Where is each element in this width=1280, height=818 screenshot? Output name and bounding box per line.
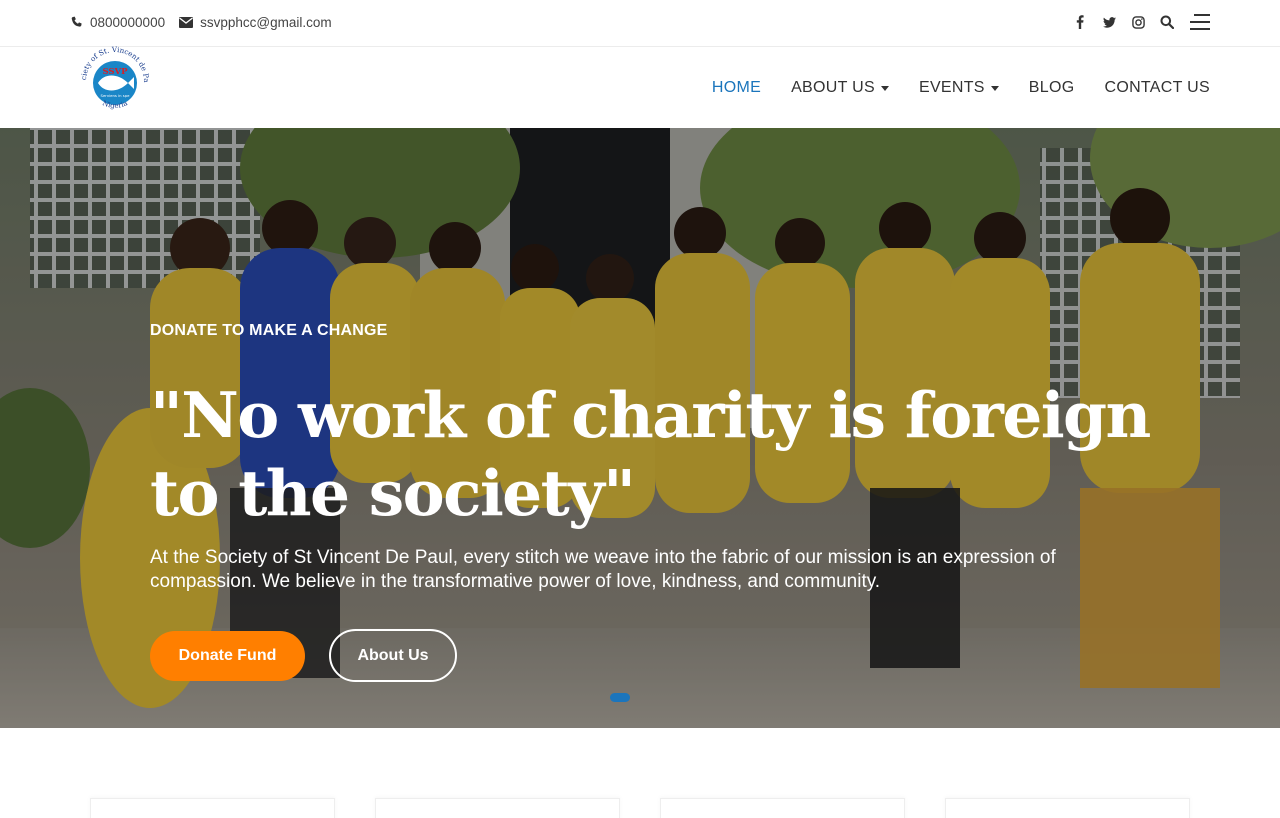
svg-text:Serviens in spe: Serviens in spe xyxy=(101,93,131,98)
hero-content: DONATE TO MAKE A CHANGE "No work of char… xyxy=(150,322,1151,594)
contact-info: 0800000000 ssvpphcc@gmail.com xyxy=(70,15,346,30)
nav-about-us[interactable]: ABOUT US xyxy=(791,79,889,97)
nav-events-label: EVENTS xyxy=(918,79,985,96)
envelope-icon xyxy=(179,17,194,28)
svg-text:SSVP: SSVP xyxy=(102,67,128,77)
phone-contact[interactable]: 0800000000 xyxy=(70,15,165,30)
phone-number: 0800000000 xyxy=(90,15,166,30)
nav-events[interactable]: EVENTS xyxy=(919,79,999,97)
twitter-icon[interactable] xyxy=(1102,15,1116,29)
social-links xyxy=(1058,14,1210,30)
nav-home[interactable]: HOME xyxy=(712,79,761,97)
nav-about-label: ABOUT US xyxy=(791,79,875,96)
feature-card xyxy=(945,798,1190,818)
email-address: ssvpphcc@gmail.com xyxy=(200,15,332,30)
nav-home-label: HOME xyxy=(711,79,762,96)
nav-blog-label: BLOG xyxy=(1028,79,1075,96)
hero-kicker: DONATE TO MAKE A CHANGE xyxy=(150,322,388,339)
slider-pagination-dot[interactable] xyxy=(610,693,630,702)
main-header: Society of St. Vincent de Paul SSVP Serv… xyxy=(0,36,1280,128)
feature-card xyxy=(660,798,905,818)
caret-down-icon xyxy=(880,85,889,91)
top-bar: 0800000000 ssvpphcc@gmail.com xyxy=(0,0,1280,47)
hamburger-menu-icon[interactable] xyxy=(1188,14,1210,30)
about-us-button[interactable]: About Us xyxy=(329,629,457,682)
instagram-icon[interactable] xyxy=(1131,15,1145,29)
feature-card xyxy=(375,798,620,818)
donate-fund-button[interactable]: Donate Fund xyxy=(150,630,305,681)
ssvp-logo[interactable]: Society of St. Vincent de Paul SSVP Serv… xyxy=(75,36,153,119)
facebook-icon[interactable] xyxy=(1073,15,1087,29)
caret-down-icon xyxy=(990,85,999,91)
feature-card xyxy=(90,798,335,818)
email-contact[interactable]: ssvpphcc@gmail.com xyxy=(179,15,332,30)
hero-headline: "No work of charity is foreign to the so… xyxy=(150,378,1151,530)
hero-buttons: Donate Fund About Us xyxy=(150,629,457,682)
search-icon[interactable] xyxy=(1160,15,1174,29)
nav-contact-us[interactable]: CONTACT US xyxy=(1104,79,1210,97)
nav-contact-label: CONTACT US xyxy=(1104,79,1210,96)
feature-cards xyxy=(0,728,1280,818)
primary-nav: HOME ABOUT US EVENTS BLOG CONTACT US xyxy=(682,48,1210,128)
nav-blog[interactable]: BLOG xyxy=(1029,79,1075,97)
hero-description: At the Society of St Vincent De Paul, ev… xyxy=(150,547,1056,592)
hero-slider: DONATE TO MAKE A CHANGE "No work of char… xyxy=(0,128,1280,728)
phone-icon xyxy=(71,16,82,27)
